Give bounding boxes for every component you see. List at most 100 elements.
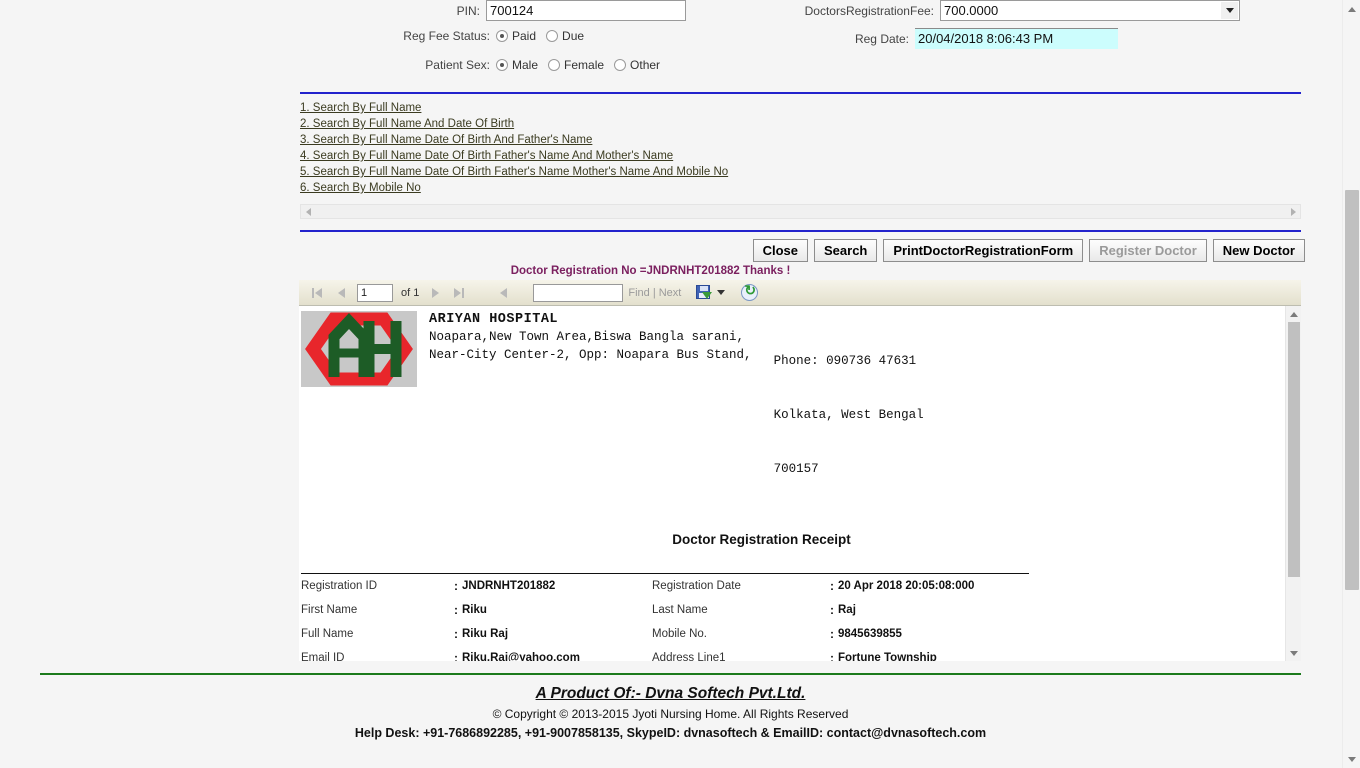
row-value-left: Riku Raj [462, 628, 509, 640]
search-link-1[interactable]: 1. Search By Full Name [300, 100, 421, 116]
scroll-down-icon[interactable] [1286, 645, 1301, 661]
hospital-address-line1: Noapara,New Town Area,Biswa Bangla saran… [429, 330, 745, 344]
chevron-down-icon[interactable] [1221, 2, 1238, 19]
search-link-4[interactable]: 4. Search By Full Name Date Of Birth Fat… [300, 148, 673, 164]
row-label-left: Full Name [301, 628, 354, 640]
patient-sex-option-female[interactable]: Female [548, 58, 604, 72]
report-viewer: 1 of 1 Find | Next ↻ ARIYAN HOSPITAL Noa… [299, 280, 1301, 661]
new-doctor-button[interactable]: New Doctor [1212, 239, 1305, 262]
separator-colon: : [830, 603, 834, 617]
status-message: Doctor Registration No =JNDRNHT201882 Th… [510, 265, 791, 277]
pin-label: PIN: [456, 3, 480, 18]
hospital-phone: Phone: 090736 47631 [773, 354, 917, 368]
find-input[interactable] [533, 283, 624, 302]
report-vertical-scrollbar[interactable] [1285, 306, 1301, 661]
reg-fee-status-group: Reg Fee Status: Paid Due [300, 29, 594, 43]
hospital-city-state: Kolkata, West Bengal [773, 408, 924, 422]
search-link-5[interactable]: 5. Search By Full Name Date Of Birth Fat… [300, 164, 728, 180]
radio-icon[interactable] [548, 59, 561, 71]
reg-fee-status-option-due[interactable]: Due [546, 29, 584, 43]
back-to-parent-report-icon[interactable] [491, 282, 515, 304]
page-viewport: PIN: 700124 DoctorsRegistrationFee: 700.… [0, 0, 1341, 768]
pin-input[interactable]: 700124 [486, 0, 686, 21]
scrollbar-thumb[interactable] [1288, 322, 1300, 577]
row-label-right: Mobile No. [652, 628, 707, 640]
search-links-list: 1. Search By Full Name 2. Search By Full… [300, 94, 1301, 198]
scroll-up-icon[interactable] [1286, 306, 1301, 322]
registration-form: PIN: 700124 DoctorsRegistrationFee: 700.… [0, 0, 1341, 92]
search-link-6[interactable]: 6. Search By Mobile No [300, 180, 421, 196]
doctors-fee-value: 700.0000 [944, 3, 999, 18]
radio-icon[interactable] [496, 59, 508, 71]
doctors-fee-label: DoctorsRegistrationFee: [804, 3, 934, 18]
scroll-right-icon[interactable] [1286, 205, 1300, 218]
row-label-left: First Name [301, 604, 358, 616]
table-row: Full Name : Riku Raj Mobile No. : 984563… [299, 622, 1284, 646]
action-button-bar: Close Search PrintDoctorRegistrationForm… [0, 232, 1341, 262]
search-button[interactable]: Search [814, 239, 878, 262]
separator-colon: : [454, 627, 458, 641]
row-value-right: Fortune Township [838, 652, 937, 661]
page-vertical-scrollbar[interactable] [1342, 0, 1360, 768]
row-value-right: 9845639855 [838, 628, 902, 640]
row-value-left: Riku.Raj@yahoo.com [462, 652, 580, 661]
row-label-left: Email ID [301, 652, 345, 661]
product-credit[interactable]: A Product Of:- Dvna Softech Pvt.Ltd. [0, 683, 1341, 705]
reg-date-label: Reg Date: [854, 31, 909, 46]
search-link-2[interactable]: 2. Search By Full Name And Date Of Birth [300, 116, 514, 132]
search-link-3[interactable]: 3. Search By Full Name Date Of Birth And… [300, 132, 592, 148]
next-page-icon[interactable] [423, 282, 447, 304]
scroll-up-icon[interactable] [1343, 0, 1360, 18]
radio-icon[interactable] [614, 59, 627, 71]
pin-field-group: PIN: 700124 [300, 0, 686, 21]
radio-icon[interactable] [496, 30, 508, 42]
export-dropdown-icon[interactable] [717, 290, 726, 295]
find-next-label[interactable]: Find | Next [628, 287, 681, 299]
previous-page-icon[interactable] [329, 282, 353, 304]
page-number-input[interactable]: 1 [357, 283, 393, 302]
scrollbar-thumb[interactable] [1345, 190, 1359, 590]
row-label-left: Registration ID [301, 580, 378, 592]
hospital-pin: 700157 [773, 462, 819, 476]
search-panel-horizontal-scrollbar[interactable] [300, 204, 1301, 219]
register-doctor-button: Register Doctor [1089, 239, 1207, 262]
doctors-fee-field-group: DoctorsRegistrationFee: 700.0000 [790, 0, 1240, 21]
receipt-table: Registration ID : JNDRNHT201882 Registra… [299, 574, 1284, 661]
row-value-left: JNDRNHT201882 [462, 580, 556, 592]
hospital-logo-icon [301, 311, 417, 387]
patient-sex-option-other[interactable]: Other [614, 58, 660, 72]
table-row: First Name : Riku Last Name : Raj [299, 598, 1284, 622]
first-page-icon[interactable] [305, 282, 329, 304]
report-content: ARIYAN HOSPITAL Noapara,New Town Area,Bi… [299, 306, 1284, 661]
scroll-down-icon[interactable] [1343, 750, 1360, 768]
patient-sex-male-label: Male [512, 58, 539, 72]
print-doctor-registration-form-button[interactable]: PrintDoctorRegistrationForm [883, 239, 1084, 262]
reg-fee-status-label: Reg Fee Status: [403, 29, 490, 43]
doctors-fee-select[interactable]: 700.0000 [940, 0, 1240, 21]
report-toolbar: 1 of 1 Find | Next [299, 280, 1301, 306]
export-icon[interactable] [695, 284, 713, 301]
separator-colon: : [454, 603, 458, 617]
reg-fee-status-due-label: Due [562, 29, 585, 43]
last-page-icon[interactable] [447, 282, 471, 304]
scroll-left-icon[interactable] [301, 205, 315, 218]
patient-sex-female-label: Female [564, 58, 605, 72]
refresh-icon[interactable] [741, 282, 759, 301]
search-links-panel: 1. Search By Full Name 2. Search By Full… [300, 92, 1301, 232]
table-row: Registration ID : JNDRNHT201882 Registra… [299, 574, 1284, 598]
hospital-address-line2: Near-City Center-2, Opp: Noapara Bus Sta… [429, 348, 752, 362]
patient-sex-option-male[interactable]: Male [496, 58, 538, 72]
copyright-text: © Copyright © 2013-2015 Jyoti Nursing Ho… [492, 707, 849, 721]
separator-colon: : [830, 651, 834, 661]
patient-sex-label: Patient Sex: [425, 58, 490, 72]
separator-colon: : [830, 579, 834, 593]
hospital-header: ARIYAN HOSPITAL Noapara,New Town Area,Bi… [299, 306, 1284, 514]
reg-date-input[interactable]: 20/04/2018 8:06:43 PM [915, 28, 1118, 49]
radio-icon[interactable] [546, 30, 559, 42]
reg-fee-status-option-paid[interactable]: Paid [496, 29, 536, 43]
help-desk-text: Help Desk: +91-7686892285, +91-900785813… [354, 726, 987, 740]
close-button[interactable]: Close [752, 239, 809, 262]
row-label-right: Address Line1 [652, 652, 726, 661]
row-value-left: Riku [462, 604, 487, 616]
separator-colon: : [830, 627, 834, 641]
